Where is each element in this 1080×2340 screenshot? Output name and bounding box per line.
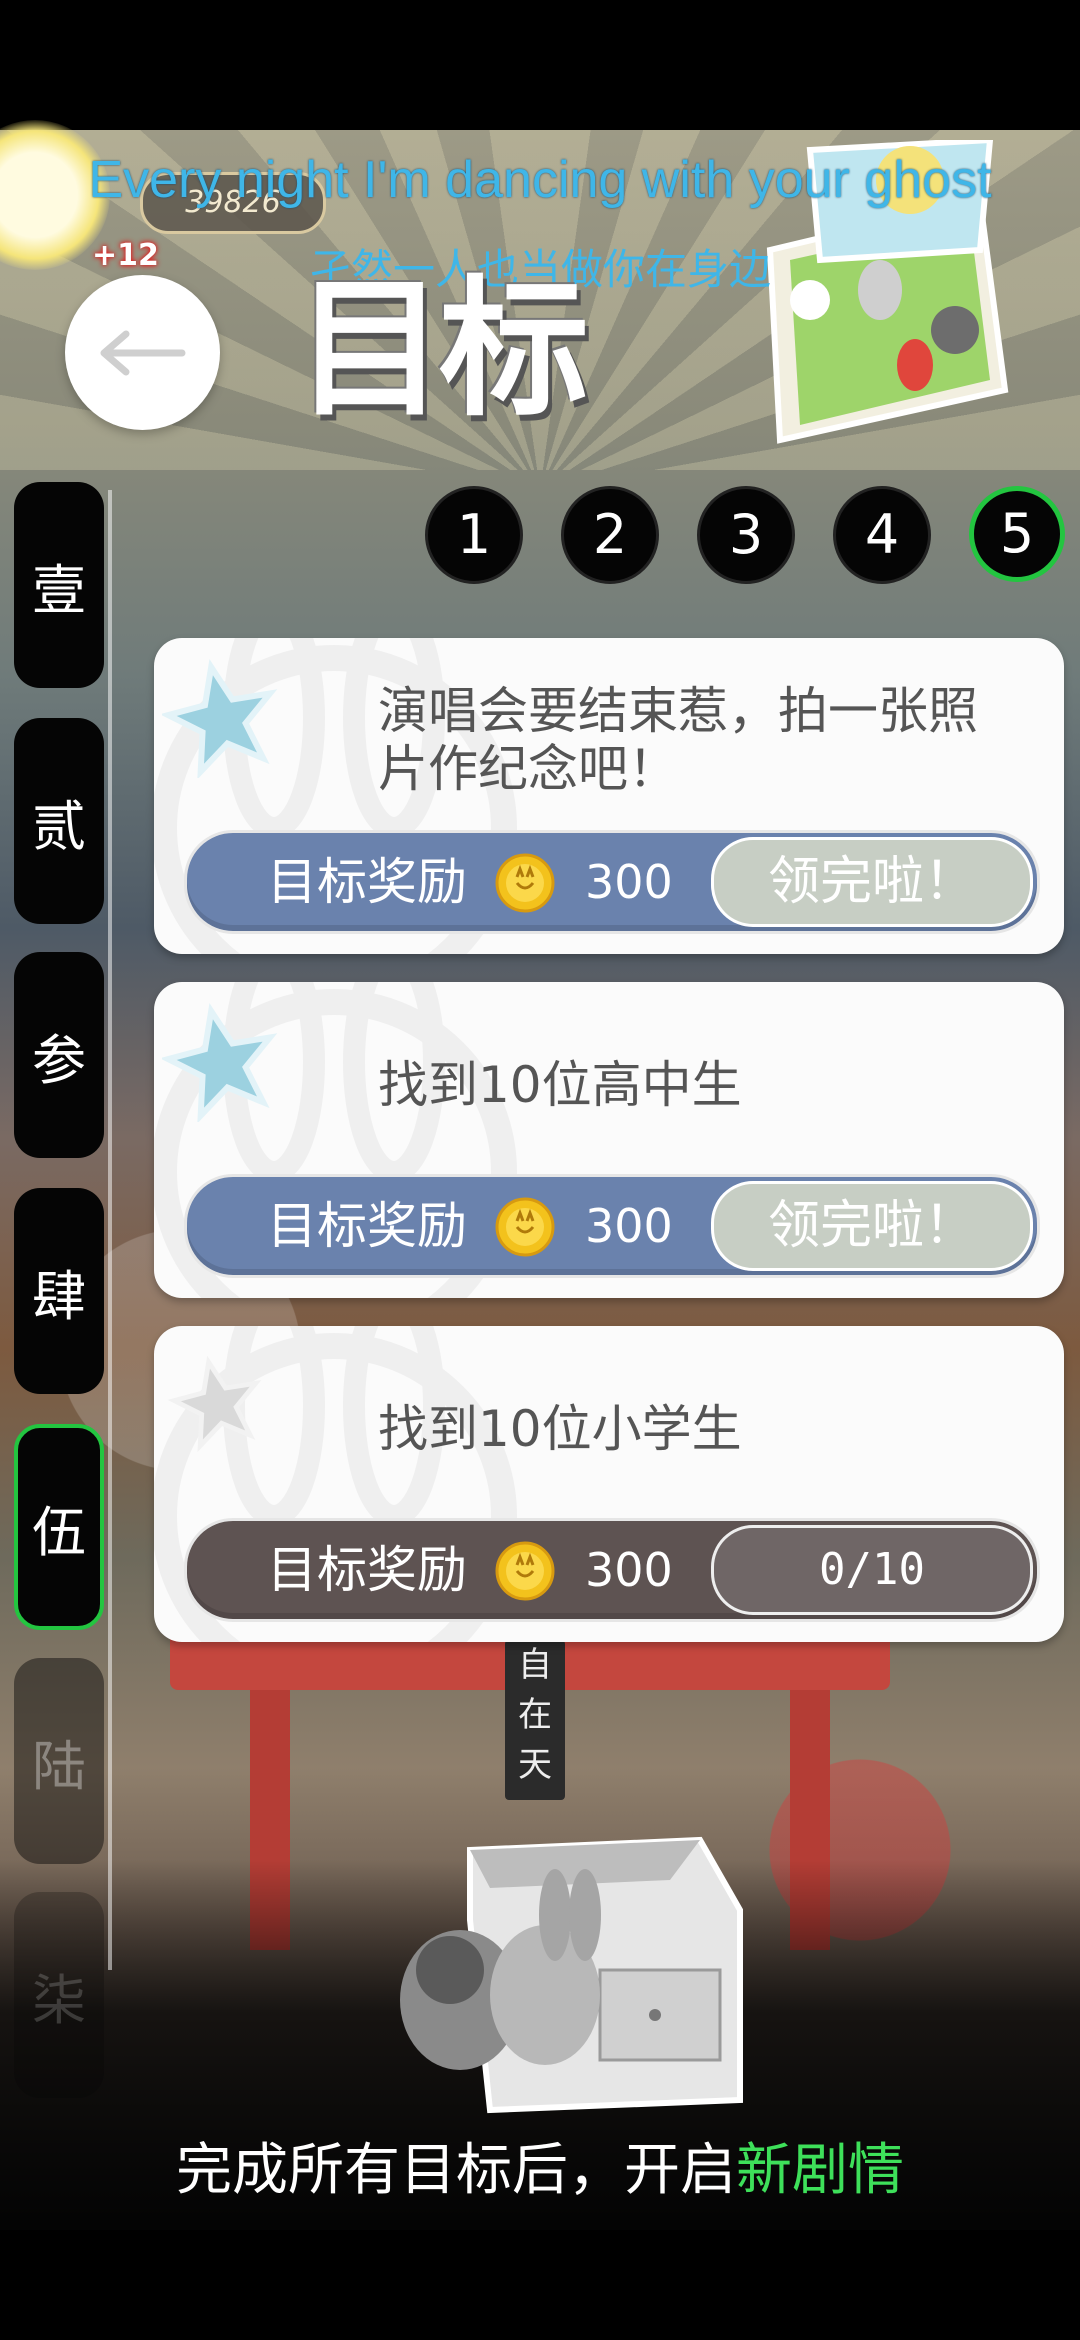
step-5[interactable]: 5: [969, 486, 1065, 582]
star-icon: [162, 659, 278, 778]
lyric-english: Every night I'm dancing with your ghost: [88, 151, 992, 209]
goal-card: 找到10位小学生 目标奖励 300 0/10: [154, 1326, 1064, 1642]
reward-bar: 目标奖励 300 领完啦！: [184, 830, 1040, 934]
step-2[interactable]: 2: [561, 486, 659, 584]
reward-bar: 目标奖励 300 0/10: [184, 1518, 1040, 1622]
goal-progress: 0/10: [711, 1525, 1033, 1615]
shrine-sign: 自在天: [505, 1640, 565, 1800]
reward-amount: 300: [585, 855, 673, 909]
goal-text: 找到10位高中生: [378, 1056, 742, 1114]
back-arrow-icon: [100, 330, 185, 375]
chapter-tab-1[interactable]: 壹: [14, 482, 104, 688]
step-3[interactable]: 3: [697, 486, 795, 584]
chapter-rail-line: [108, 490, 112, 1970]
page-title: 目标: [295, 263, 589, 437]
step-4[interactable]: 4: [833, 486, 931, 584]
coin-icon: [495, 853, 555, 913]
chapter-tab-7[interactable]: 柒: [14, 1892, 104, 2098]
goal-text: 找到10位小学生: [378, 1400, 742, 1458]
coin-icon: [495, 1197, 555, 1257]
goal-text: 演唱会要结束惹，拍一张照片作纪念吧！: [378, 682, 978, 798]
reward-bar: 目标奖励 300 领完啦！: [184, 1174, 1040, 1278]
unlock-hint-text: 完成所有目标后，开启: [176, 2138, 736, 2203]
chapter-tab-6[interactable]: 陆: [14, 1658, 104, 1864]
reward-label: 目标奖励: [267, 853, 467, 911]
locked-story-box-illustration: [400, 1836, 743, 2114]
star-outline-icon: [167, 1355, 262, 1453]
chapter-tab-5[interactable]: 伍: [14, 1424, 104, 1630]
star-icon: [162, 1003, 278, 1122]
chapter-rail: 壹 贰 参 肆 伍 陆 柒: [14, 482, 104, 2098]
step-selector: 1 2 3 4 5: [425, 486, 1065, 586]
unlock-hint: 完成所有目标后，开启新剧情: [0, 2125, 1080, 2206]
reward-amount: 300: [585, 1199, 673, 1253]
reward-label: 目标奖励: [267, 1197, 467, 1255]
coin-icon: [495, 1541, 555, 1601]
reward-label: 目标奖励: [267, 1541, 467, 1599]
chapter-tab-3[interactable]: 参: [14, 952, 104, 1158]
reward-amount: 300: [585, 1543, 673, 1597]
unlock-hint-highlight: 新剧情: [736, 2138, 904, 2203]
goal-card: 找到10位高中生 目标奖励 300 领完啦！: [154, 982, 1064, 1298]
step-1[interactable]: 1: [425, 486, 523, 584]
goal-card: 演唱会要结束惹，拍一张照片作纪念吧！ 目标奖励 300 领完啦！: [154, 638, 1064, 954]
back-button[interactable]: [65, 275, 220, 430]
chapter-tab-4[interactable]: 肆: [14, 1188, 104, 1394]
claimed-button[interactable]: 领完啦！: [711, 837, 1033, 927]
chapter-tab-2[interactable]: 贰: [14, 718, 104, 924]
claimed-button[interactable]: 领完啦！: [711, 1181, 1033, 1271]
